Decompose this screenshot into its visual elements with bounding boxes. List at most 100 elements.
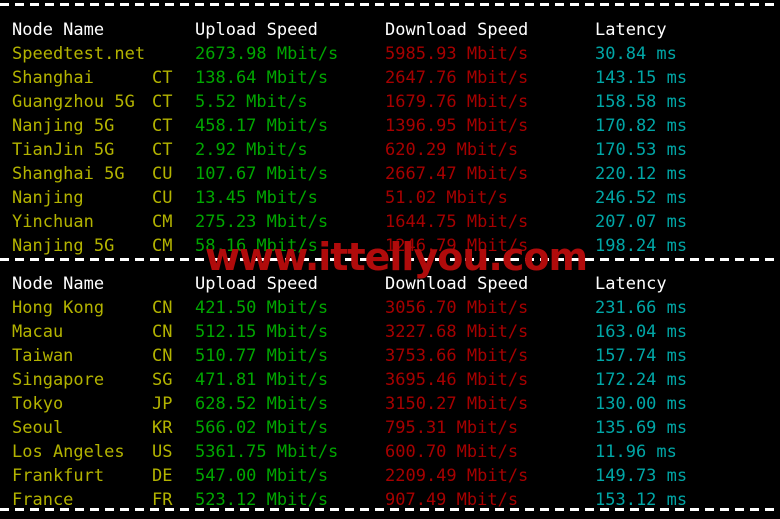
cell-isp-code: KR [152,418,173,438]
table-row: Nanjing CU 13.45 Mbit/s 51.02 Mbit/s 246.52 … [0,186,780,210]
cell-isp-code: CM [152,212,173,232]
cell-latency: 198.24 ms [595,236,688,256]
cell-isp-code: CN [152,322,173,342]
cell-download-speed: 3056.70 Mbit/s [385,298,529,318]
cell-upload-speed: 2673.98 Mbit/s [195,44,339,64]
column-header-upload-speed: Upload Speed [195,20,318,40]
cell-node-name: TianJin 5G [12,140,115,160]
cell-upload-speed: 107.67 Mbit/s [195,164,329,184]
table-row: Macau CN 512.15 Mbit/s 3227.68 Mbit/s 163.04… [0,320,780,344]
cell-download-speed: 5985.93 Mbit/s [385,44,529,64]
cell-download-speed: 3227.68 Mbit/s [385,322,529,342]
column-header-upload-speed: Upload Speed [195,274,318,294]
table-header-row: Node Name Upload Speed Download Speed Laten… [0,18,780,42]
cell-node-name: Seoul [12,418,64,438]
cell-latency: 170.82 ms [595,116,688,136]
cell-upload-speed: 471.81 Mbit/s [195,370,329,390]
cell-isp-code: SG [152,370,173,390]
cell-download-speed: 2667.47 Mbit/s [385,164,529,184]
cell-node-name: Nanjing [12,188,84,208]
speedtest-table-china-domestic: Node Name Upload Speed Download Speed Laten… [0,18,780,258]
cell-download-speed: 51.02 Mbit/s [385,188,508,208]
terminal-window: Node Name Upload Speed Download Speed Laten… [0,0,780,519]
cell-upload-speed: 512.15 Mbit/s [195,322,329,342]
separator-top [0,3,780,6]
table-row: Guangzhou 5G CT 5.52 Mbit/s 1679.76 Mbit/s 1… [0,90,780,114]
cell-isp-code: CU [152,188,173,208]
table-row: Hong Kong CN 421.50 Mbit/s 3056.70 Mbit/s 23… [0,296,780,320]
cell-upload-speed: 275.23 Mbit/s [195,212,329,232]
cell-latency: 130.00 ms [595,394,688,414]
cell-node-name: Los Angeles [12,442,125,462]
separator-middle [0,258,780,261]
cell-latency: 220.12 ms [595,164,688,184]
table-row: Los Angeles US 5361.75 Mbit/s 600.70 Mbit/s… [0,440,780,464]
cell-latency: 135.69 ms [595,418,688,438]
cell-latency: 246.52 ms [595,188,688,208]
cell-latency: 157.74 ms [595,346,688,366]
table-row: Speedtest.net 2673.98 Mbit/s 5985.93 Mbit/… [0,42,780,66]
cell-isp-code: CN [152,346,173,366]
cell-download-speed: 1679.76 Mbit/s [385,92,529,112]
cell-node-name: Speedtest.net [12,44,146,64]
cell-isp-code: CU [152,164,173,184]
cell-latency: 30.84 ms [595,44,677,64]
cell-download-speed: 2647.76 Mbit/s [385,68,529,88]
separator-bottom [0,508,780,511]
cell-isp-code: CT [152,116,173,136]
cell-latency: 143.15 ms [595,68,688,88]
cell-download-speed: 1396.95 Mbit/s [385,116,529,136]
table-row: Nanjing 5G CM 58.16 Mbit/s 1246.79 Mbit/s 19… [0,234,780,258]
cell-latency: 149.73 ms [595,466,688,486]
table-row: Shanghai 5G CU 107.67 Mbit/s 2667.47 Mbit/s… [0,162,780,186]
cell-upload-speed: 547.00 Mbit/s [195,466,329,486]
cell-isp-code: CT [152,92,173,112]
cell-latency: 172.24 ms [595,370,688,390]
cell-download-speed: 1246.79 Mbit/s [385,236,529,256]
table-header-row: Node Name Upload Speed Download Speed Laten… [0,272,780,296]
cell-upload-speed: 566.02 Mbit/s [195,418,329,438]
cell-latency: 231.66 ms [595,298,688,318]
cell-download-speed: 620.29 Mbit/s [385,140,519,160]
cell-node-name: Shanghai 5G [12,164,125,184]
column-header-download-speed: Download Speed [385,274,529,294]
cell-upload-speed: 458.17 Mbit/s [195,116,329,136]
cell-download-speed: 3695.46 Mbit/s [385,370,529,390]
cell-upload-speed: 510.77 Mbit/s [195,346,329,366]
cell-node-name: Hong Kong [12,298,105,318]
cell-latency: 158.58 ms [595,92,688,112]
cell-upload-speed: 5361.75 Mbit/s [195,442,339,462]
speedtest-table-international: Node Name Upload Speed Download Speed Laten… [0,272,780,512]
table-row: Yinchuan CM 275.23 Mbit/s 1644.75 Mbit/s 207… [0,210,780,234]
cell-isp-code: CM [152,236,173,256]
cell-node-name: Yinchuan [12,212,94,232]
table-row: Singapore SG 471.81 Mbit/s 3695.46 Mbit/s 17… [0,368,780,392]
cell-isp-code: DE [152,466,173,486]
cell-upload-speed: 13.45 Mbit/s [195,188,318,208]
table-row: Tokyo JP 628.52 Mbit/s 3150.27 Mbit/s 130.00… [0,392,780,416]
cell-download-speed: 1644.75 Mbit/s [385,212,529,232]
table-row: Seoul KR 566.02 Mbit/s 795.31 Mbit/s 135.69 … [0,416,780,440]
cell-download-speed: 3753.66 Mbit/s [385,346,529,366]
cell-node-name: Nanjing 5G [12,116,115,136]
cell-isp-code: US [152,442,173,462]
table-row: TianJin 5G CT 2.92 Mbit/s 620.29 Mbit/s 170.… [0,138,780,162]
cell-node-name: Shanghai [12,68,94,88]
cell-upload-speed: 58.16 Mbit/s [195,236,318,256]
cell-download-speed: 2209.49 Mbit/s [385,466,529,486]
column-header-node-name: Node Name [12,20,105,40]
column-header-node-name: Node Name [12,274,105,294]
cell-isp-code: CT [152,140,173,160]
cell-upload-speed: 5.52 Mbit/s [195,92,308,112]
cell-download-speed: 3150.27 Mbit/s [385,394,529,414]
cell-node-name: Tokyo [12,394,64,414]
table-row: Shanghai CT 138.64 Mbit/s 2647.76 Mbit/s 143… [0,66,780,90]
cell-latency: 163.04 ms [595,322,688,342]
column-header-download-speed: Download Speed [385,20,529,40]
table-row: Frankfurt DE 547.00 Mbit/s 2209.49 Mbit/s 14… [0,464,780,488]
cell-latency: 11.96 ms [595,442,677,462]
cell-isp-code: CT [152,68,173,88]
cell-node-name: Singapore [12,370,105,390]
cell-upload-speed: 138.64 Mbit/s [195,68,329,88]
cell-upload-speed: 2.92 Mbit/s [195,140,308,160]
